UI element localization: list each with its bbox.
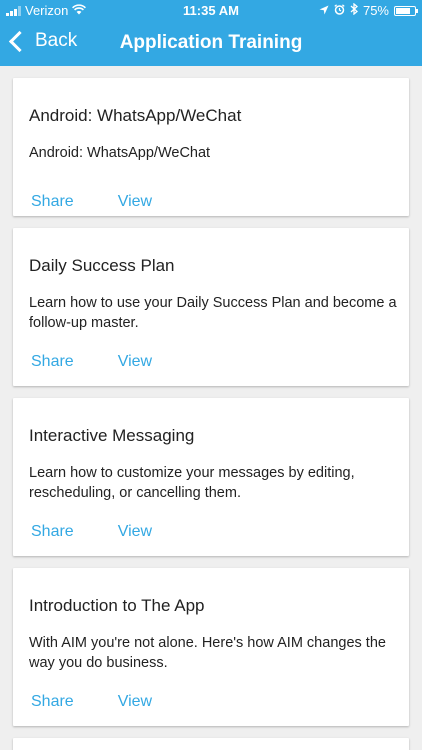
card-actions: Share View <box>31 693 152 711</box>
alarm-icon <box>334 3 345 18</box>
view-button[interactable]: View <box>118 193 152 211</box>
training-card <box>13 738 409 750</box>
share-button[interactable]: Share <box>31 353 74 371</box>
battery-icon <box>394 5 418 16</box>
view-button[interactable]: View <box>118 523 152 541</box>
card-title: Android: WhatsApp/WeChat <box>29 106 242 125</box>
view-button[interactable]: View <box>118 353 152 371</box>
bluetooth-icon <box>350 2 358 18</box>
training-card: Introduction to The App With AIM you're … <box>13 568 409 726</box>
share-button[interactable]: Share <box>31 193 74 211</box>
share-button[interactable]: Share <box>31 523 74 541</box>
card-actions: Share View <box>31 353 152 371</box>
card-description: With AIM you're not alone. Here's how AI… <box>29 635 386 671</box>
training-card: Android: WhatsApp/WeChat Android: WhatsA… <box>13 78 409 216</box>
card-actions: Share View <box>31 523 152 541</box>
card-description: Android: WhatsApp/WeChat <box>29 145 211 161</box>
card-title: Daily Success Plan <box>29 256 175 275</box>
card-description: Learn how to use your Daily Success Plan… <box>29 295 397 331</box>
share-button[interactable]: Share <box>31 693 74 711</box>
status-bar: Verizon 11:35 AM 75% <box>0 0 422 22</box>
card-title: Introduction to The App <box>29 596 205 615</box>
battery-percent: 75% <box>362 3 389 18</box>
training-list[interactable]: Android: WhatsApp/WeChat Android: WhatsA… <box>0 66 422 750</box>
location-icon <box>319 3 329 18</box>
nav-bar: Back Application Training <box>0 22 422 66</box>
card-description: Learn how to customize your messages by … <box>29 465 355 501</box>
status-right: 75% <box>319 2 418 18</box>
training-card: Interactive Messaging Learn how to custo… <box>13 398 409 556</box>
top-bar: Verizon 11:35 AM 75% Back Application Tr… <box>0 0 422 66</box>
page-title: Application Training <box>119 32 303 53</box>
view-button[interactable]: View <box>118 693 152 711</box>
card-actions: Share View <box>31 193 152 211</box>
card-title: Interactive Messaging <box>29 426 195 445</box>
training-card: Daily Success Plan Learn how to use your… <box>13 228 409 386</box>
